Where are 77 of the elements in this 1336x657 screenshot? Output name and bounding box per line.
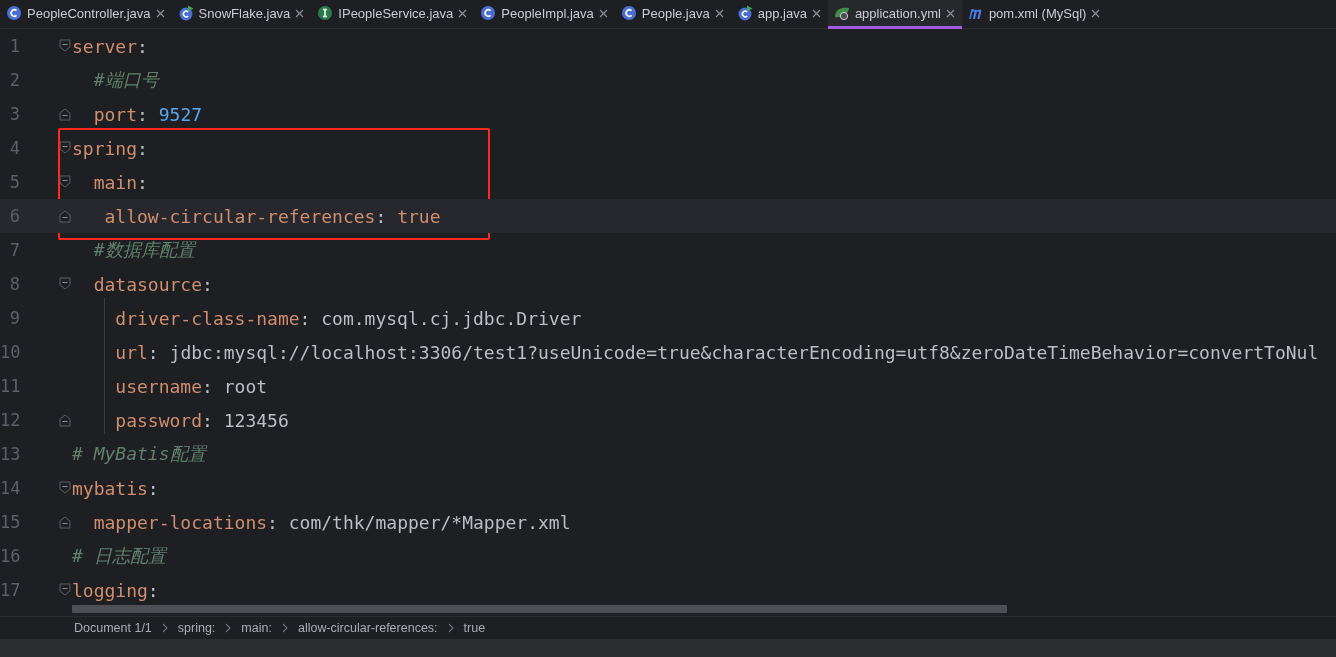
line-number: 16 (0, 546, 20, 566)
code-line: #端口号 (92, 69, 159, 90)
editor-tab[interactable]: PeopleImpl.java (474, 0, 615, 29)
runnable-class-icon (736, 5, 753, 21)
fold-start-icon (59, 141, 71, 155)
breadcrumb-item[interactable]: Document 1/1 (74, 621, 152, 635)
fold-end-icon (59, 107, 71, 121)
code-line: main: (92, 171, 148, 193)
horizontal-scrollbar[interactable] (72, 605, 1007, 613)
editor-tab[interactable]: app.java (730, 0, 828, 29)
line-number: 7 (8, 240, 20, 260)
class-icon (480, 5, 497, 21)
fold-start-icon (59, 277, 71, 291)
runnable-class-icon (177, 5, 194, 21)
line-number: 4 (8, 138, 20, 158)
line-number: 11 (0, 376, 20, 396)
fold-start-icon (59, 175, 71, 189)
chevron-icon (161, 623, 168, 633)
code-line: allow-circular-references: true (103, 205, 441, 227)
breadcrumb-item[interactable]: spring: (177, 621, 216, 635)
code-line: password: 123456 (114, 409, 289, 431)
code-line: logging: (72, 579, 159, 601)
code-line: datasource: (92, 273, 213, 295)
code-line: # 日志配置 (72, 545, 166, 566)
editor-tab[interactable]: IPeopleService.java (311, 0, 475, 29)
code-line: #数据库配置 (92, 239, 195, 260)
line-number: 3 (8, 104, 20, 124)
code-line: port: 9527 (92, 103, 203, 125)
class-icon (620, 5, 637, 21)
close-icon[interactable] (1091, 8, 1101, 18)
close-icon[interactable] (714, 8, 724, 18)
code-line: driver-class-name: com.mysql.cj.jdbc.Driver (114, 307, 582, 329)
breadcrumb-item[interactable]: allow-circular-references: (297, 621, 438, 635)
editor-tab[interactable]: People.java (614, 0, 731, 29)
line-number: 5 (8, 172, 20, 192)
line-number: 14 (0, 478, 20, 498)
editor-tab[interactable]: PeopleController.java (0, 0, 172, 29)
close-icon[interactable] (458, 8, 468, 18)
code-line: # MyBatis配置 (72, 443, 206, 464)
breadcrumb-item[interactable]: true (463, 621, 486, 635)
fold-end-icon (59, 515, 71, 529)
fold-end-icon (59, 209, 71, 223)
code-line: username: root (114, 375, 268, 397)
line-number: 8 (8, 274, 20, 294)
chevron-icon (447, 623, 454, 633)
line-number: 17 (0, 580, 20, 600)
close-icon[interactable] (811, 8, 821, 18)
line-number: 12 (0, 410, 20, 430)
code-line: mapper-locations: com/thk/mapper/*Mapper.xml (92, 511, 571, 533)
line-number: 10 (0, 342, 20, 362)
close-icon[interactable] (155, 8, 165, 18)
class-icon (6, 5, 22, 21)
fold-start-icon (59, 39, 71, 53)
line-number: 1 (8, 36, 20, 56)
editor-tab[interactable]: application.yml (827, 0, 962, 29)
fold-end-icon (59, 413, 71, 427)
code-line: server: (72, 35, 148, 57)
line-number: 6 (8, 206, 20, 226)
close-icon[interactable] (598, 8, 608, 18)
line-number: 13 (0, 444, 20, 464)
editor-tab[interactable]: pom.xml (MySql) (961, 0, 1108, 29)
fold-start-icon (59, 583, 71, 597)
leaf-icon (833, 5, 850, 21)
code-line: mybatis: (72, 477, 159, 499)
breadcrumb-item[interactable]: main: (241, 621, 272, 635)
chevron-icon (281, 623, 288, 633)
line-number: 15 (0, 512, 20, 532)
close-icon[interactable] (295, 8, 305, 18)
line-number: 9 (8, 308, 20, 328)
editor-tab[interactable]: SnowFlake.java (171, 0, 312, 29)
chevron-icon (225, 623, 232, 633)
fold-start-icon (59, 481, 71, 495)
close-icon[interactable] (945, 8, 955, 18)
line-number: 2 (8, 70, 20, 90)
code-line: spring: (72, 137, 148, 159)
code-line: url: jdbc:mysql://localhost:3306/test1?useUnicode=true&characterEncoding=utf8&zeroDateTimeBehavior=convertToNul (114, 341, 1319, 363)
interface-icon (317, 5, 334, 21)
